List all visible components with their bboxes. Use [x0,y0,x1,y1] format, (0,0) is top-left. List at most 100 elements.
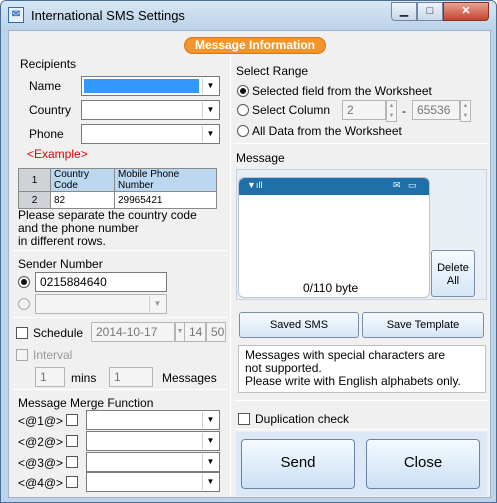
chevron-down-icon[interactable]: ▼ [149,296,165,312]
interval-messages-field[interactable]: 1 [109,367,153,387]
sender-list-dropdown[interactable]: ▼ [35,294,167,314]
interval-mins-label: mins [71,371,97,385]
chevron-down-icon[interactable]: ▼ [202,474,218,490]
battery-icon: ▭ [408,180,417,190]
table-cell: 82 [50,191,115,209]
select-column-label: Select Column [252,103,331,117]
app-icon: ✉ [8,7,24,23]
help-text-line3: in different rows. [18,234,106,248]
maximize-button[interactable]: □ [417,2,443,21]
byte-count: 0/110 [303,281,333,295]
chevron-down-icon[interactable]: ▼ [202,412,218,428]
envelope-icon: ✉ [393,180,401,190]
select-range-label: Select Range [236,64,309,78]
special-characters-warning: Messages with special characters are not… [238,345,486,393]
example-table: 1 Country Code Mobile Phone Number 2 82 … [18,168,217,209]
merge-field-4-checkbox[interactable] [66,476,78,488]
delete-all-line1: Delete [437,262,469,274]
country-dropdown[interactable]: ▼ [81,100,220,120]
saved-sms-button[interactable]: Saved SMS [239,312,359,338]
close-button[interactable]: Close [366,439,480,489]
selected-field-radio[interactable] [237,85,249,97]
table-cell: Country Code [50,168,115,192]
phone-status-bar: ▼ıll ✉ ▭ [239,178,429,195]
chevron-down-icon[interactable]: ▼ [202,78,218,94]
schedule-date-field[interactable]: 2014-10-17 [91,322,175,342]
divider [234,143,488,144]
interval-messages-label: Messages [162,371,217,385]
schedule-minute-field[interactable]: 50 [206,322,226,342]
divider [234,429,488,430]
merge-field-2-label: <@2@> [18,435,64,449]
chevron-down-icon[interactable]: ▼ [202,433,218,449]
table-cell: Mobile Phone Number [114,168,217,192]
message-label: Message [236,151,285,165]
divider [13,389,227,390]
column-range-separator: - [402,104,406,118]
all-data-radio[interactable] [237,125,249,137]
message-editor[interactable]: ▼ıll ✉ ▭ 0/110 byte [238,177,430,298]
duplication-check-label: Duplication check [255,412,350,426]
chevron-down-icon[interactable]: ▼ [202,102,218,118]
phone-label: Phone [29,127,64,141]
table-cell: 2 [18,191,51,209]
recipients-label: Recipients [20,57,77,71]
table-cell: 29965421 [114,191,217,209]
merge-field-3-dropdown[interactable]: ▼ [86,452,220,472]
message-information-header: Message Information [184,37,326,54]
merge-field-3-checkbox[interactable] [66,456,78,468]
interval-label: Interval [33,348,73,362]
table-row: 2 82 29965421 [18,191,217,209]
sms-settings-window: ✉ International SMS Settings ▁ □ ✕ Messa… [0,0,497,503]
name-label: Name [29,79,62,93]
help-text-line2: and the phone number [18,221,139,235]
all-data-label: All Data from the Worksheet [252,124,402,138]
delete-all-button[interactable]: Delete All [431,250,475,297]
duplication-check-checkbox[interactable] [238,413,250,425]
column-from-spinner[interactable]: ▲ ▼ [386,100,397,122]
merge-field-1-checkbox[interactable] [66,414,78,426]
window-title: International SMS Settings [31,8,185,23]
divider [13,250,227,251]
merge-field-4-dropdown[interactable]: ▼ [86,472,220,492]
close-window-button[interactable]: ✕ [443,2,489,21]
column-to-spinner[interactable]: ▲ ▼ [460,100,471,122]
interval-checkbox[interactable] [16,349,28,361]
interval-mins-field[interactable]: 1 [35,367,65,387]
column-divider [230,57,231,497]
title-bar[interactable]: ✉ International SMS Settings ▁ □ ✕ [1,1,496,29]
schedule-checkbox[interactable] [16,327,28,339]
column-from-field[interactable]: 2 [342,100,386,120]
merge-field-2-checkbox[interactable] [66,435,78,447]
send-button[interactable]: Send [241,439,355,489]
column-to-field[interactable]: 65536 [412,100,460,120]
byte-unit: byte [335,281,359,295]
schedule-hour-field[interactable]: 14 [184,322,206,342]
merge-field-1-label: <@1@> [18,414,64,428]
table-row: 1 Country Code Mobile Phone Number [18,168,217,192]
select-column-radio[interactable] [237,104,249,116]
chevron-down-icon[interactable]: ▼ [202,126,218,142]
minimize-button[interactable]: ▁ [391,2,417,21]
help-text-line1: Please separate the country code [18,208,197,222]
name-dropdown[interactable]: ▼ [81,76,220,96]
sender-number-label: Sender Number [18,257,103,271]
table-cell: 1 [18,168,51,192]
phone-dropdown[interactable]: ▼ [81,124,220,144]
sender-list-radio[interactable] [18,298,30,310]
sender-number-input[interactable]: 0215884640 [35,272,167,292]
byte-counter: 0/110 byte [303,281,358,295]
chevron-down-icon[interactable]: ▼ [202,454,218,470]
divider [234,400,488,401]
save-template-button[interactable]: Save Template [362,312,484,338]
delete-all-line2: All [446,275,460,287]
merge-function-label: Message Merge Function [18,396,154,410]
sender-number-radio[interactable] [18,276,30,288]
merge-field-2-dropdown[interactable]: ▼ [86,431,220,451]
merge-field-1-dropdown[interactable]: ▼ [86,410,220,430]
signal-icon: ▼ıll [247,180,263,190]
divider [13,317,227,318]
dialog-body: Message Information Recipients Name ▼ Co… [8,30,491,498]
merge-field-4-label: <@4@> [18,476,64,490]
name-selection [84,79,199,93]
